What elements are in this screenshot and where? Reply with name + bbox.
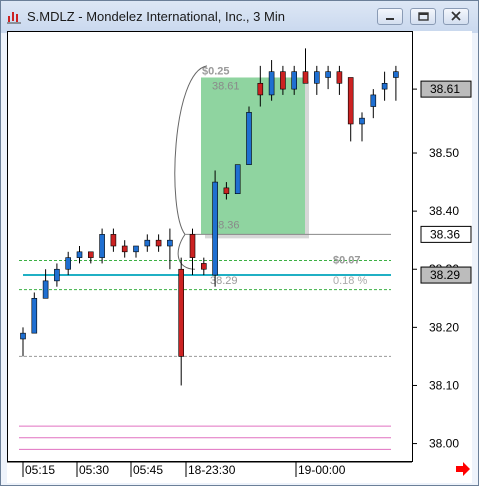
candle-up [381, 82, 388, 90]
trade-pnl-label: $0.07 [333, 255, 361, 267]
candle-down [121, 245, 128, 253]
x-tick-label: 05:30 [79, 463, 109, 477]
chart-area[interactable]: $0.25 38.61 38.36 38.29 $0.07 0.18 % 38.61 38.5… [7, 31, 472, 483]
candle-up [65, 257, 72, 270]
candle-up [54, 268, 60, 282]
candle-up [20, 332, 26, 340]
trade-percent-label: 0.18 % [333, 275, 367, 287]
candle-down [280, 71, 286, 90]
price-label: 38.36 [430, 227, 460, 241]
candle-down [189, 234, 196, 258]
chart-window: S.MDLZ - Mondelez International, Inc., 3… [0, 0, 479, 486]
candle-up [234, 164, 241, 195]
candle-up [31, 297, 38, 334]
candle-up [76, 251, 83, 258]
candle-up [268, 71, 275, 96]
title-bar[interactable]: S.MDLZ - Mondelez International, Inc., 3… [1, 1, 478, 33]
candle-down [223, 187, 230, 195]
candle-down [88, 251, 94, 258]
y-tick-label: 38.40 [429, 204, 459, 218]
candle-up [393, 71, 399, 78]
candle-down [178, 268, 184, 357]
chart-app-icon [7, 12, 21, 24]
candle-down [302, 71, 309, 84]
candle-up [42, 280, 49, 299]
candle-down [347, 77, 354, 125]
x-tick-label: 19-00:00 [298, 463, 346, 477]
candle-up [99, 234, 105, 258]
candle-down [201, 263, 207, 270]
candle-up [370, 94, 377, 107]
maximize-icon [418, 12, 429, 21]
scroll-right-arrow-icon[interactable] [455, 462, 471, 476]
maximize-button[interactable] [410, 8, 436, 25]
close-icon [451, 11, 461, 21]
y-tick-label: 38.00 [429, 437, 459, 451]
price-label: 38.61 [430, 82, 460, 96]
candle-down [110, 234, 117, 247]
y-tick-label: 38.20 [429, 320, 459, 334]
price-label: 38.29 [430, 268, 460, 282]
candlestick-chart[interactable]: $0.25 38.61 38.36 38.29 $0.07 0.18 % 38.61 38.5… [7, 31, 472, 483]
candle-up [212, 181, 218, 276]
candle-up [325, 71, 331, 78]
candle-up [291, 71, 298, 90]
candle-down [155, 239, 162, 247]
minimize-icon [386, 18, 394, 20]
minimize-button[interactable] [377, 8, 403, 25]
x-tick-label: 05:15 [25, 463, 55, 477]
candle-down [336, 71, 343, 84]
candle-up [246, 112, 252, 165]
trade-entry-price-label: 38.29 [210, 275, 238, 287]
candle-up [133, 245, 139, 253]
x-tick-label: 18-23:30 [188, 463, 236, 477]
y-tick-label: 38.50 [429, 146, 459, 160]
candle-up [359, 117, 365, 125]
trade-profit-label: $0.25 [202, 65, 230, 77]
candle-up [313, 71, 320, 84]
trade-entry-label: 38.61 [212, 80, 240, 92]
candle-up [144, 239, 151, 247]
candle-down [257, 82, 264, 96]
candle-up [167, 239, 173, 247]
x-tick-label: 05:45 [133, 463, 163, 477]
y-tick-label: 38.10 [429, 378, 459, 392]
window-title: S.MDLZ - Mondelez International, Inc., 3… [27, 9, 285, 24]
close-button[interactable] [443, 8, 469, 25]
